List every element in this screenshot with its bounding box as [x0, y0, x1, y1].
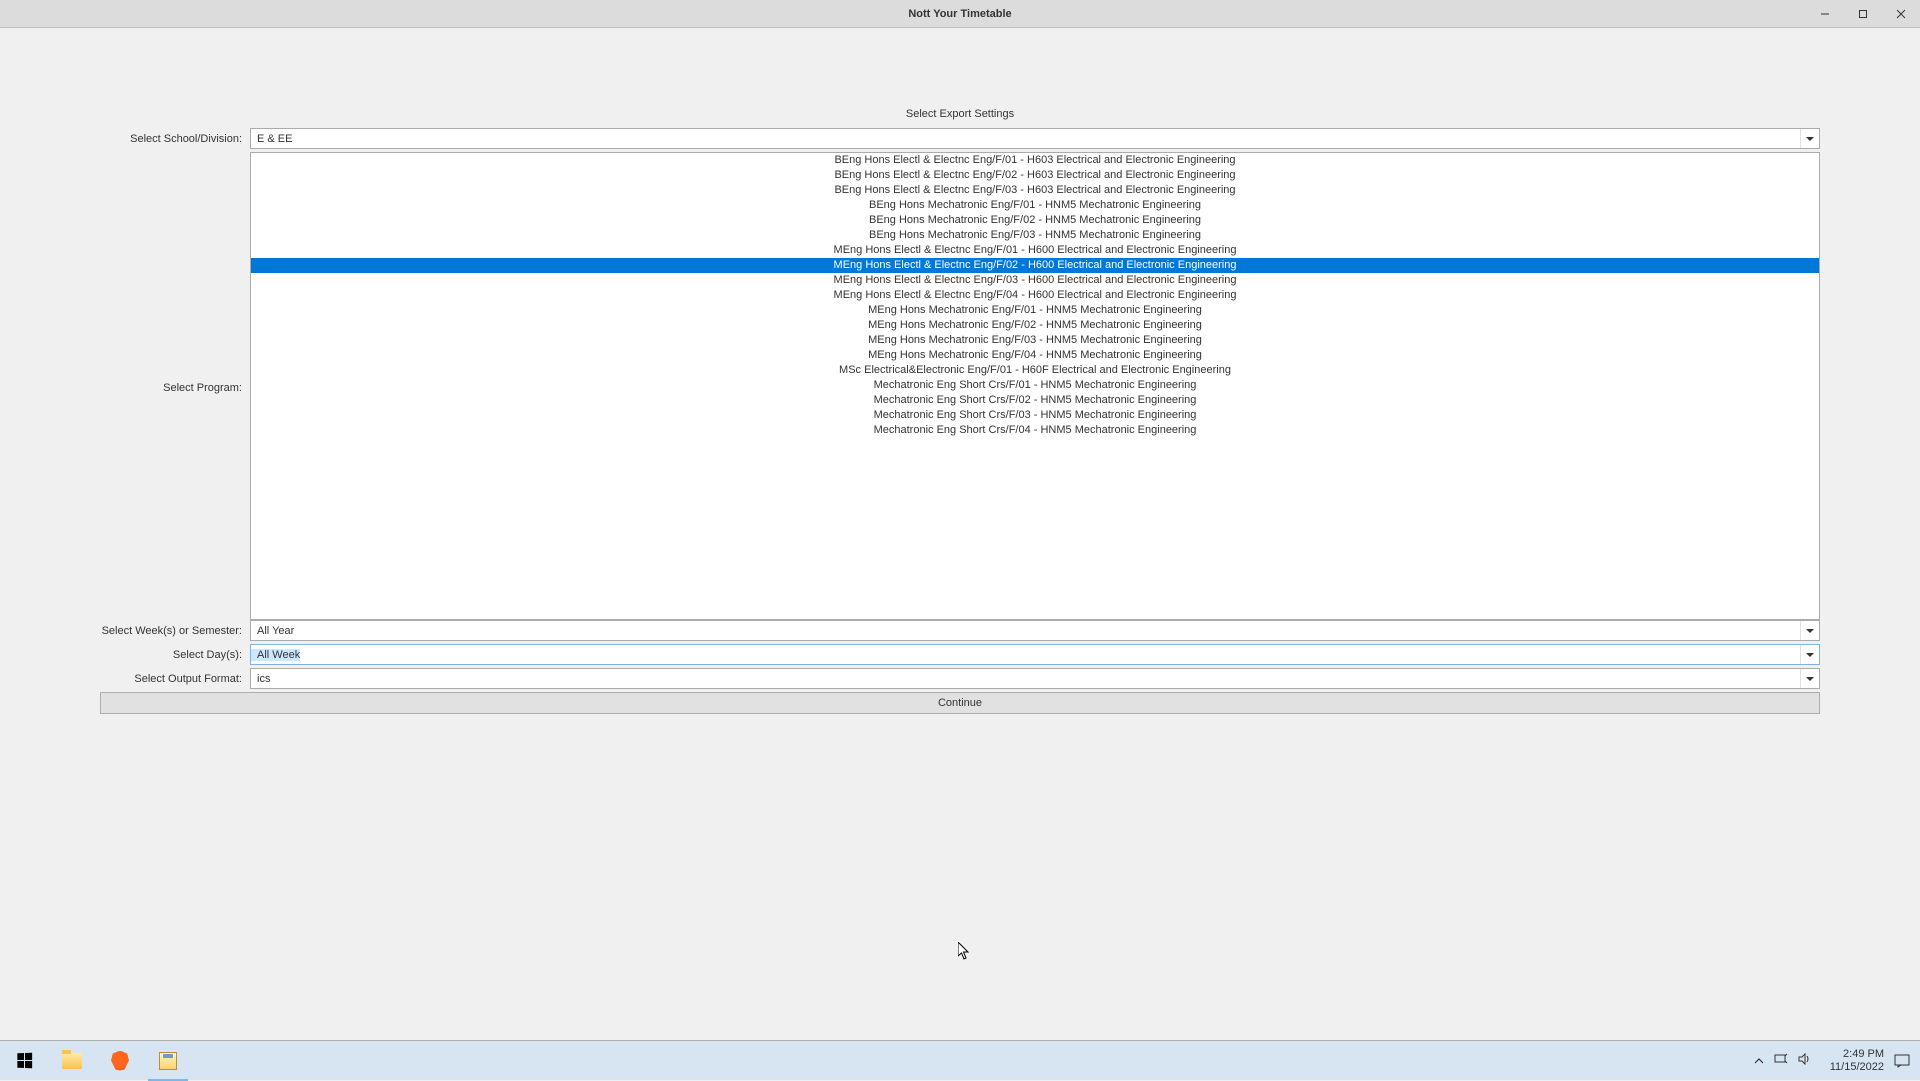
program-list-item[interactable]: Mechatronic Eng Short Crs/F/02 - HNM5 Me…	[251, 393, 1819, 408]
taskbar-app-current[interactable]	[144, 1041, 192, 1081]
format-combobox[interactable]: ics	[250, 668, 1820, 689]
program-list-item[interactable]: Mechatronic Eng Short Crs/F/04 - HNM5 Me…	[251, 423, 1819, 438]
format-value: ics	[251, 673, 270, 685]
taskbar-app-brave[interactable]	[96, 1041, 144, 1081]
program-row: Select Program: BEng Hons Electl & Elect…	[100, 152, 1820, 620]
day-row: Select Day(s): All Week	[100, 644, 1820, 665]
program-list-item[interactable]: BEng Hons Mechatronic Eng/F/02 - HNM5 Me…	[251, 213, 1819, 228]
program-list-item[interactable]: BEng Hons Electl & Electnc Eng/F/02 - H6…	[251, 168, 1819, 183]
program-list-item[interactable]: MEng Hons Mechatronic Eng/F/02 - HNM5 Me…	[251, 318, 1819, 333]
day-value: All Week	[251, 649, 300, 661]
maximize-button[interactable]	[1844, 0, 1882, 27]
program-list-item[interactable]: MEng Hons Electl & Electnc Eng/F/03 - H6…	[251, 273, 1819, 288]
mouse-cursor-icon	[958, 942, 971, 961]
taskbar-clock[interactable]: 2:49 PM 11/15/2022	[1822, 1048, 1892, 1074]
program-list-item[interactable]: MEng Hons Electl & Electnc Eng/F/02 - H6…	[251, 258, 1819, 273]
program-list-item[interactable]: Mechatronic Eng Short Crs/F/03 - HNM5 Me…	[251, 408, 1819, 423]
folder-icon	[62, 1053, 82, 1069]
program-list-item[interactable]: BEng Hons Electl & Electnc Eng/F/03 - H6…	[251, 183, 1819, 198]
day-label: Select Day(s):	[100, 649, 250, 661]
maximize-icon	[1858, 9, 1868, 19]
school-row: Select School/Division: E & EE	[100, 128, 1820, 149]
chevron-down-icon[interactable]	[1800, 621, 1819, 640]
week-combobox[interactable]: All Year	[250, 620, 1820, 641]
program-label: Select Program:	[100, 152, 250, 394]
notifications-button[interactable]	[1892, 1054, 1912, 1068]
window-controls	[1806, 0, 1920, 27]
school-value: E & EE	[251, 133, 292, 145]
week-label: Select Week(s) or Semester:	[100, 625, 250, 637]
close-button[interactable]	[1882, 0, 1920, 27]
program-list-item[interactable]: MEng Hons Mechatronic Eng/F/04 - HNM5 Me…	[251, 348, 1819, 363]
app-icon	[159, 1052, 177, 1070]
clock-time: 2:49 PM	[1830, 1048, 1884, 1061]
program-list-item[interactable]: MEng Hons Mechatronic Eng/F/03 - HNM5 Me…	[251, 333, 1819, 348]
close-icon	[1896, 9, 1906, 19]
network-icon[interactable]	[1774, 1053, 1788, 1068]
week-row: Select Week(s) or Semester: All Year	[100, 620, 1820, 641]
window-titlebar: Nott Your Timetable	[0, 0, 1920, 28]
window-title: Nott Your Timetable	[908, 8, 1011, 20]
continue-button[interactable]: Continue	[100, 692, 1820, 714]
program-list-item[interactable]: Mechatronic Eng Short Crs/F/01 - HNM5 Me…	[251, 378, 1819, 393]
program-list-item[interactable]: MSc Electrical&Electronic Eng/F/01 - H60…	[251, 363, 1819, 378]
program-list-item[interactable]: MEng Hons Electl & Electnc Eng/F/04 - H6…	[251, 288, 1819, 303]
day-combobox[interactable]: All Week	[250, 644, 1820, 665]
format-label: Select Output Format:	[100, 673, 250, 685]
chevron-down-icon[interactable]	[1800, 669, 1819, 688]
program-list-item[interactable]: BEng Hons Electl & Electnc Eng/F/01 - H6…	[251, 153, 1819, 168]
minimize-button[interactable]	[1806, 0, 1844, 27]
tray-icons	[1744, 1053, 1822, 1068]
chevron-up-icon[interactable]	[1754, 1054, 1764, 1068]
chevron-down-icon[interactable]	[1800, 129, 1819, 148]
clock-date: 11/15/2022	[1830, 1061, 1884, 1074]
school-combobox[interactable]: E & EE	[250, 128, 1820, 149]
format-row: Select Output Format: ics	[100, 668, 1820, 689]
program-listbox[interactable]: BEng Hons Electl & Electnc Eng/F/01 - H6…	[250, 152, 1820, 620]
school-label: Select School/Division:	[100, 133, 250, 145]
program-list-item[interactable]: MEng Hons Mechatronic Eng/F/01 - HNM5 Me…	[251, 303, 1819, 318]
page-heading: Select Export Settings	[100, 108, 1820, 120]
windows-logo-icon	[17, 1053, 32, 1069]
system-tray: 2:49 PM 11/15/2022	[1744, 1041, 1920, 1080]
chevron-down-icon[interactable]	[1800, 645, 1819, 664]
program-list-item[interactable]: MEng Hons Electl & Electnc Eng/F/01 - H6…	[251, 243, 1819, 258]
taskbar-app-explorer[interactable]	[48, 1041, 96, 1081]
content-area: Select Export Settings Select School/Div…	[0, 28, 1920, 714]
start-button[interactable]	[0, 1041, 48, 1081]
program-list-item[interactable]: BEng Hons Mechatronic Eng/F/01 - HNM5 Me…	[251, 198, 1819, 213]
taskbar: 2:49 PM 11/15/2022	[0, 1040, 1920, 1080]
brave-icon	[111, 1051, 129, 1071]
minimize-icon	[1820, 9, 1830, 19]
week-value: All Year	[251, 625, 294, 637]
volume-icon[interactable]	[1798, 1053, 1812, 1068]
notification-icon	[1894, 1054, 1910, 1068]
program-list-item[interactable]: BEng Hons Mechatronic Eng/F/03 - HNM5 Me…	[251, 228, 1819, 243]
